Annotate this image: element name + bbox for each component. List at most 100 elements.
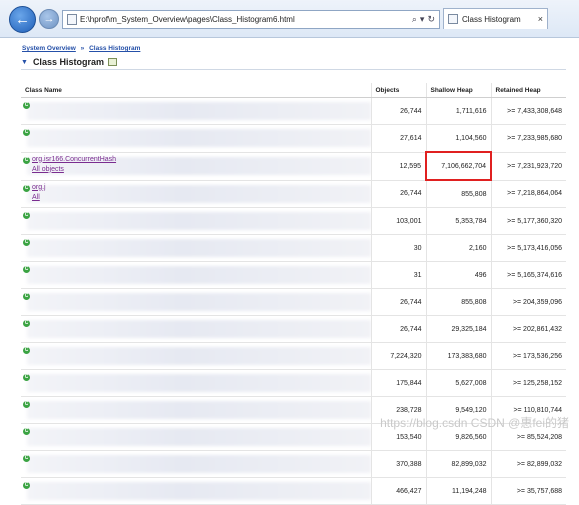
class-name-cell[interactable]: C (21, 124, 371, 153)
class-name-cell[interactable]: C (21, 207, 371, 235)
table-row[interactable]: C 466,427 11,194,248 >= 35,757,688 (21, 477, 566, 505)
page-file-icon (67, 14, 77, 25)
close-icon[interactable]: × (538, 14, 547, 24)
table-row[interactable]: C 103,001 5,353,784 >= 5,177,360,320 (21, 207, 566, 235)
objects-cell: 26,744 (370, 180, 426, 208)
retained-heap-cell: >= 7,218,864,064 (490, 180, 566, 208)
all-objects-link[interactable]: All objects (32, 166, 64, 173)
all-objects-link[interactable]: All (32, 194, 40, 201)
forward-arrow-icon: → (43, 13, 55, 25)
redacted-area (27, 129, 371, 147)
objects-cell: 7,224,320 (370, 342, 426, 370)
collapse-icon[interactable]: ▼ (21, 59, 28, 66)
table-row[interactable]: C 26,744 855,808 >= 204,359,096 (21, 288, 566, 316)
class-name-link[interactable]: org.j (32, 184, 46, 191)
breadcrumb: System Overview » Class Histogram (22, 45, 140, 52)
header-shallow-heap[interactable]: Shallow Heap (425, 83, 491, 98)
redacted-area (27, 455, 371, 473)
table-row[interactable]: C 370,388 82,899,032 >= 82,899,032 (21, 450, 566, 478)
objects-cell: 30 (370, 234, 426, 262)
redacted-area (27, 320, 371, 338)
class-name-cell[interactable]: Corg.isr166.ConcurrentHash All objects (21, 152, 371, 181)
table-row[interactable]: C 31 496 >= 5,165,374,616 (21, 261, 566, 289)
breadcrumb-class-histogram[interactable]: Class Histogram (89, 45, 140, 52)
objects-cell: 103,001 (370, 207, 426, 235)
class-name-cell[interactable]: C (21, 315, 371, 343)
redacted-area (27, 212, 371, 230)
class-icon: C (23, 184, 30, 192)
retained-heap-cell: >= 202,861,432 (490, 315, 566, 343)
class-name-cell[interactable]: C (21, 261, 371, 289)
objects-cell: 175,844 (370, 369, 426, 397)
class-name-cell[interactable]: Corg.j All (21, 180, 371, 208)
class-icon: C (23, 428, 30, 435)
class-name-cell[interactable]: C (21, 97, 371, 125)
class-icon: C (23, 102, 30, 109)
class-name-cell[interactable]: C (21, 423, 371, 451)
objects-cell: 26,744 (370, 315, 426, 343)
table-row[interactable]: C 175,844 5,627,008 >= 125,258,152 (21, 369, 566, 397)
class-icon: C (23, 347, 30, 354)
page-tab-icon (448, 14, 458, 24)
tab-class-histogram[interactable]: Class Histogram × (443, 8, 548, 29)
retained-heap-cell: >= 7,231,923,720 (490, 152, 566, 181)
back-button[interactable]: ← (9, 6, 36, 33)
class-name-link[interactable]: org.isr166.ConcurrentHash (32, 156, 116, 163)
shallow-heap-cell: 1,104,560 (425, 124, 491, 153)
shallow-heap-cell: 496 (425, 261, 491, 289)
retained-heap-cell: >= 204,359,096 (490, 288, 566, 316)
class-icon: C (23, 455, 30, 462)
class-icon: C (23, 293, 30, 300)
address-bar[interactable]: E:\hprof\m_System_Overview\pages\Class_H… (62, 10, 440, 29)
retained-heap-cell: >= 82,899,032 (490, 450, 566, 478)
retained-heap-cell: >= 7,233,985,680 (490, 124, 566, 153)
watermark: https://blog.csdn CSDN @惠fei的猪 (380, 416, 569, 430)
table-row[interactable]: C 26,744 29,325,184 >= 202,861,432 (21, 315, 566, 343)
table-row[interactable]: C 7,224,320 173,383,680 >= 173,536,256 (21, 342, 566, 370)
table-row[interactable]: C 30 2,160 >= 5,173,416,056 (21, 234, 566, 262)
breadcrumb-system-overview[interactable]: System Overview (22, 45, 76, 52)
chevron-down-icon[interactable]: ▾ (420, 14, 425, 25)
header-class-name[interactable]: Class Name (21, 83, 371, 98)
shallow-heap-cell: 7,106,662,704 (425, 151, 492, 181)
class-name-cell[interactable]: C (21, 477, 371, 505)
retained-heap-cell: >= 5,173,416,056 (490, 234, 566, 262)
redacted-area (27, 239, 371, 257)
class-icon: C (23, 374, 30, 381)
refresh-icon[interactable]: ↻ (427, 14, 435, 25)
address-text[interactable]: E:\hprof\m_System_Overview\pages\Class_H… (80, 15, 412, 24)
header-objects[interactable]: Objects (370, 83, 426, 98)
shallow-heap-cell: 855,808 (425, 288, 491, 316)
class-name-cell[interactable]: C (21, 288, 371, 316)
shallow-heap-cell: 11,194,248 (425, 477, 491, 505)
breadcrumb-separator: » (80, 45, 85, 52)
table-row[interactable]: C 26,744 1,711,616 >= 7,433,308,648 (21, 97, 566, 125)
retained-heap-cell: >= 173,536,256 (490, 342, 566, 370)
header-retained-heap[interactable]: Retained Heap (490, 83, 566, 98)
redacted-area (27, 266, 371, 284)
class-name-cell[interactable]: C (21, 369, 371, 397)
table-header-row: Class Name Objects Shallow Heap Retained… (21, 83, 566, 98)
class-name-cell[interactable]: C (21, 396, 371, 424)
shallow-heap-cell: 2,160 (425, 234, 491, 262)
retained-heap-cell: >= 5,165,374,616 (490, 261, 566, 289)
objects-cell: 466,427 (370, 477, 426, 505)
shallow-heap-cell: 855,808 (425, 180, 491, 208)
search-icon[interactable]: ⌕ (412, 14, 417, 25)
table-row[interactable]: Corg.isr166.ConcurrentHash All objects 12,… (21, 151, 566, 181)
redacted-area (27, 401, 371, 419)
shallow-heap-cell: 1,711,616 (425, 97, 491, 125)
forward-button[interactable]: → (39, 9, 59, 29)
retained-heap-cell: >= 35,757,688 (490, 477, 566, 505)
table-row[interactable]: Corg.j All 26,744 855,808 >= 7,218,864,064 (21, 180, 566, 208)
page-title: Class Histogram (32, 57, 104, 67)
class-name-cell[interactable]: C (21, 234, 371, 262)
class-icon: C (23, 129, 30, 136)
back-arrow-icon: ← (15, 11, 30, 28)
retained-heap-cell: >= 5,177,360,320 (490, 207, 566, 235)
table-row[interactable]: C 27,614 1,104,560 >= 7,233,985,680 (21, 124, 566, 153)
class-name-cell[interactable]: C (21, 450, 371, 478)
page-content: System Overview » Class Histogram ▼ Clas… (0, 38, 579, 505)
objects-cell: 26,744 (370, 288, 426, 316)
class-name-cell[interactable]: C (21, 342, 371, 370)
